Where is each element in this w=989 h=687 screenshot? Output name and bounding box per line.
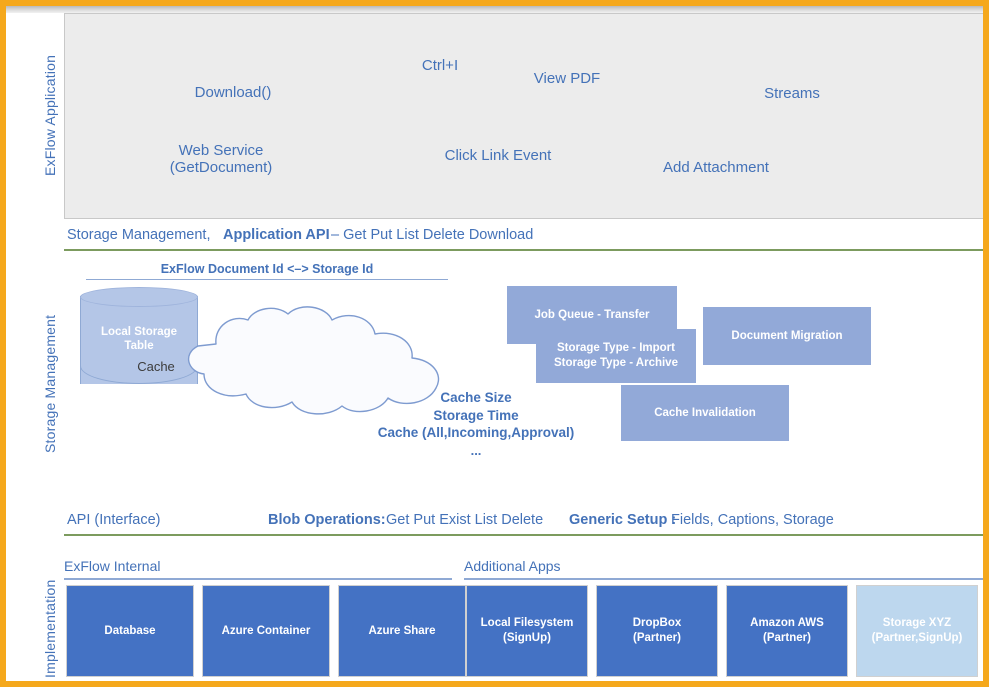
impl-box-amazon-aws-line2: (Partner)	[763, 632, 811, 644]
api-interface-divider: API (Interface) Blob Operations: Get Put…	[64, 512, 983, 536]
app-item-web-service[interactable]: Web Service (GetDocument)	[121, 142, 321, 176]
storage-box-cache-invalidation-label: Cache Invalidation	[654, 406, 756, 419]
storage-box-document-migration[interactable]: Document Migration	[703, 307, 871, 365]
cache-note-line1: Cache Size	[440, 390, 512, 405]
divider-seg-api-ops: – Get Put List Delete Download	[331, 227, 534, 243]
divider-seg-generic-setup-list: Fields, Captions, Storage	[671, 512, 834, 528]
app-item-web-service-line1: Web Service	[178, 142, 264, 159]
app-item-ctrl-i[interactable]: Ctrl+I	[385, 57, 495, 74]
band-label-storage: Storage Management	[42, 314, 58, 453]
impl-box-local-filesystem-line2: (SignUp)	[503, 632, 551, 644]
app-item-download[interactable]: Download()	[158, 84, 308, 101]
divider-seg-storage-management: Storage Management,	[67, 227, 211, 243]
impl-box-azure-share-label: Azure Share	[368, 624, 436, 637]
impl-box-azure-share[interactable]: Azure Share	[338, 585, 466, 677]
storage-management-divider: Storage Management, Application API – Ge…	[64, 227, 983, 251]
cache-note-line2: Storage Time	[433, 407, 519, 423]
impl-box-database[interactable]: Database	[66, 585, 194, 677]
impl-box-amazon-aws-line1: Amazon AWS	[750, 617, 824, 629]
divider-seg-generic-setup: Generic Setup :	[569, 512, 677, 528]
impl-box-local-filesystem[interactable]: Local Filesystem (SignUp)	[466, 585, 588, 677]
cylinder-label-line2: Table	[124, 340, 154, 352]
cylinder-top-ellipse	[80, 287, 198, 307]
impl-box-dropbox-line2: (Partner)	[633, 632, 681, 644]
exflow-application-panel: Ctrl+I Download() View PDF Streams Web S…	[64, 13, 983, 219]
impl-box-storage-xyz-line1: Storage XYZ	[882, 617, 952, 629]
impl-box-azure-container-label: Azure Container	[221, 624, 311, 637]
app-item-add-attachment[interactable]: Add Attachment	[621, 159, 811, 176]
impl-box-storage-xyz[interactable]: Storage XYZ (Partner,SignUp)	[856, 585, 978, 677]
storage-box-storage-type-archive: Storage Type - Archive	[554, 357, 678, 369]
impl-box-storage-xyz-line2: (Partner,SignUp)	[871, 632, 963, 644]
app-item-view-pdf[interactable]: View PDF	[507, 70, 627, 87]
app-item-streams[interactable]: Streams	[737, 85, 847, 102]
top-shadow-strip	[6, 6, 983, 13]
divider-seg-application-api: Application API	[223, 227, 330, 243]
divider-seg-blob-operations: Blob Operations:	[268, 512, 386, 528]
divider-seg-api-interface: API (Interface)	[67, 512, 161, 528]
impl-box-database-label: Database	[104, 624, 156, 637]
diagram-canvas: ExFlow Application Storage Management Im…	[0, 0, 989, 687]
document-id-mapping-title: ExFlow Document Id <–> Storage Id	[86, 262, 448, 280]
storage-box-job-queue-transfer-label: Job Queue - Transfer	[534, 308, 650, 321]
impl-box-dropbox-line1: DropBox	[632, 617, 682, 629]
impl-box-dropbox[interactable]: DropBox (Partner)	[596, 585, 718, 677]
band-label-implementation: Implementation	[42, 579, 58, 678]
impl-box-amazon-aws[interactable]: Amazon AWS (Partner)	[726, 585, 848, 677]
impl-box-local-filesystem-line1: Local Filesystem	[480, 617, 574, 629]
app-item-web-service-line2: (GetDocument)	[169, 159, 273, 176]
cache-cloud-label: Cache	[137, 359, 175, 374]
cache-note-line3: Cache (All,Incoming,Approval)	[377, 425, 575, 440]
group-title-additional-apps: Additional Apps	[464, 558, 983, 580]
storage-box-document-migration-label: Document Migration	[731, 329, 843, 342]
storage-box-storage-type[interactable]: Storage Type - Import Storage Type - Arc…	[536, 329, 696, 383]
app-item-click-link-event[interactable]: Click Link Event	[413, 147, 583, 164]
group-title-exflow-internal: ExFlow Internal	[64, 558, 452, 580]
band-label-application: ExFlow Application	[42, 54, 58, 176]
impl-box-azure-container[interactable]: Azure Container	[202, 585, 330, 677]
storage-box-cache-invalidation[interactable]: Cache Invalidation	[621, 385, 789, 441]
cache-note-ellipsis: ...	[470, 442, 482, 458]
divider-seg-blob-operations-list: Get Put Exist List Delete	[386, 512, 544, 528]
cache-settings-notes: Cache Size Storage Time Cache (All,Incom…	[346, 389, 606, 459]
storage-box-storage-type-import: Storage Type - Import	[556, 342, 675, 354]
